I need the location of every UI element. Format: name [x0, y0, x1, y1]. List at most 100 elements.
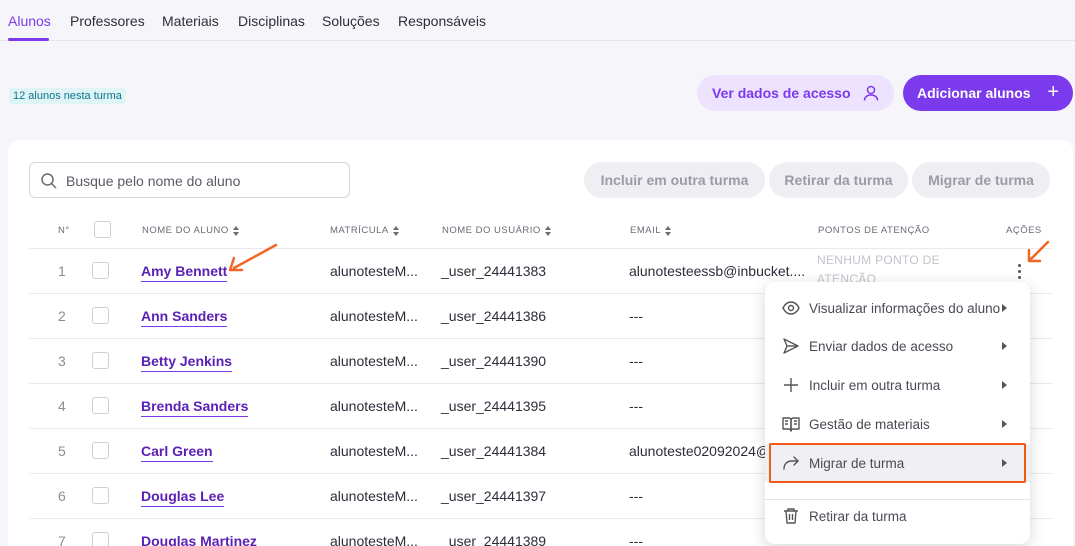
row-checkbox[interactable]	[92, 532, 109, 546]
email-cell: ---	[629, 488, 643, 504]
student-name-link[interactable]: Carl Green	[141, 443, 213, 462]
chevron-right-icon	[1002, 342, 1007, 350]
header-name[interactable]: NOME DO ALUNO	[142, 225, 240, 236]
tab-bar: Alunos Professores Materiais Disciplinas…	[0, 0, 1075, 41]
matricula-cell: alunotesteM...	[330, 308, 418, 324]
student-name-link[interactable]: Betty Jenkins	[141, 353, 233, 372]
row-number: 5	[58, 443, 66, 459]
header-attention: PONTOS DE ATENÇÃO	[818, 225, 930, 236]
menu-item-include-class[interactable]: Incluir em outra turma	[765, 366, 1030, 404]
student-name-link[interactable]: Douglas Martinez	[141, 533, 257, 546]
header-username[interactable]: NOME DO USUÁRIO	[442, 225, 552, 236]
email-cell: alunoteste02092024@i	[629, 443, 774, 459]
header-email[interactable]: EMAIL	[630, 225, 672, 236]
student-name-link[interactable]: Ann Sanders	[141, 308, 228, 327]
tab-disciplinas[interactable]: Disciplinas	[238, 13, 305, 29]
search-box[interactable]	[29, 162, 350, 198]
row-number: 3	[58, 353, 66, 369]
trash-icon	[784, 508, 798, 524]
menu-item-send-access[interactable]: Enviar dados de acesso	[765, 327, 1030, 365]
view-access-data-button[interactable]: Ver dados de acesso	[697, 75, 894, 111]
book-icon	[782, 417, 800, 432]
chevron-right-icon	[1002, 420, 1007, 428]
username-cell: _user_24441389	[441, 533, 547, 546]
row-actions-menu: Visualizar informações do aluno Enviar d…	[765, 282, 1030, 544]
email-cell: ---	[629, 353, 643, 369]
include-other-class-button[interactable]: Incluir em outra turma	[584, 162, 765, 198]
header-name-label: NOME DO ALUNO	[142, 225, 229, 236]
view-access-data-label: Ver dados de acesso	[712, 85, 851, 101]
plus-icon	[784, 378, 798, 392]
matricula-cell: alunotesteM...	[330, 488, 418, 504]
student-count-badge: 12 alunos nesta turma	[9, 88, 126, 104]
row-checkbox[interactable]	[92, 442, 109, 459]
chevron-right-icon	[1002, 304, 1007, 312]
chevron-right-icon	[1002, 381, 1007, 389]
row-checkbox[interactable]	[92, 307, 109, 324]
row-checkbox[interactable]	[92, 262, 109, 279]
menu-item-remove-class[interactable]: Retirar da turma	[765, 497, 1030, 535]
menu-item-label: Visualizar informações do aluno	[809, 300, 1001, 316]
user-icon	[863, 85, 879, 101]
header-actions-label: AÇÕES	[1006, 225, 1042, 236]
email-cell: ---	[629, 398, 643, 414]
remove-from-class-button[interactable]: Retirar da turma	[769, 162, 908, 198]
username-cell: _user_24441397	[441, 488, 547, 504]
username-cell: _user_24441395	[441, 398, 547, 414]
matricula-cell: alunotesteM...	[330, 533, 418, 546]
username-cell: _user_24441383	[441, 263, 547, 279]
header-number: N°	[58, 225, 70, 236]
select-all-checkbox[interactable]	[94, 221, 111, 238]
header-username-label: NOME DO USUÁRIO	[442, 225, 541, 236]
email-cell: ---	[629, 533, 643, 546]
menu-item-materials[interactable]: Gestão de materiais	[765, 405, 1030, 443]
row-number: 4	[58, 398, 66, 414]
header-actions: AÇÕES	[1006, 225, 1042, 236]
sort-icon[interactable]	[544, 225, 552, 236]
email-cell: ---	[629, 308, 643, 324]
header-email-label: EMAIL	[630, 225, 662, 236]
chevron-right-icon	[1002, 459, 1007, 467]
header-matricula-label: MATRÍCULA	[330, 225, 389, 236]
header-number-label: N°	[58, 225, 70, 236]
tab-professores[interactable]: Professores	[70, 13, 145, 29]
row-checkbox[interactable]	[92, 352, 109, 369]
attention-line-1: NENHUM PONTO DE	[817, 253, 940, 267]
migrate-class-button[interactable]: Migrar de turma	[912, 162, 1050, 198]
username-cell: _user_24441390	[441, 353, 547, 369]
row-number: 6	[58, 488, 66, 504]
student-name-link[interactable]: Amy Bennett	[141, 263, 228, 282]
row-number: 2	[58, 308, 66, 324]
plus-icon: +	[1047, 81, 1059, 103]
active-tab-indicator	[8, 38, 49, 41]
matricula-cell: alunotesteM...	[330, 263, 418, 279]
menu-item-label: Retirar da turma	[809, 508, 907, 524]
student-name-link[interactable]: Douglas Lee	[141, 488, 225, 507]
tab-solucoes[interactable]: Soluções	[322, 13, 380, 29]
send-icon	[783, 338, 799, 354]
menu-item-label: Enviar dados de acesso	[809, 338, 954, 354]
sort-icon[interactable]	[665, 225, 672, 236]
add-students-button[interactable]: Adicionar alunos +	[903, 75, 1073, 111]
row-checkbox[interactable]	[92, 397, 109, 414]
menu-item-label: Gestão de materiais	[809, 416, 930, 432]
tab-responsaveis[interactable]: Responsáveis	[398, 13, 486, 29]
row-checkbox[interactable]	[92, 487, 109, 504]
student-name-link[interactable]: Brenda Sanders	[141, 398, 249, 417]
tab-alunos[interactable]: Alunos	[8, 13, 51, 29]
row-number: 7	[58, 533, 66, 546]
tab-materiais[interactable]: Materiais	[162, 13, 219, 29]
matricula-cell: alunotesteM...	[330, 398, 418, 414]
forward-arrow-icon	[783, 456, 799, 470]
menu-item-migrate-class[interactable]: Migrar de turma	[765, 444, 1030, 482]
menu-item-label: Incluir em outra turma	[809, 377, 941, 393]
username-cell: _user_24441384	[441, 443, 547, 459]
sort-icon[interactable]	[392, 225, 400, 236]
row-actions-kebab-icon[interactable]	[1015, 264, 1025, 280]
search-input[interactable]	[66, 171, 336, 191]
menu-item-view-info[interactable]: Visualizar informações do aluno	[765, 289, 1030, 327]
matricula-cell: alunotesteM...	[330, 443, 418, 459]
header-attention-label: PONTOS DE ATENÇÃO	[818, 225, 930, 236]
sort-icon[interactable]	[232, 225, 240, 236]
header-matricula[interactable]: MATRÍCULA	[330, 225, 400, 236]
